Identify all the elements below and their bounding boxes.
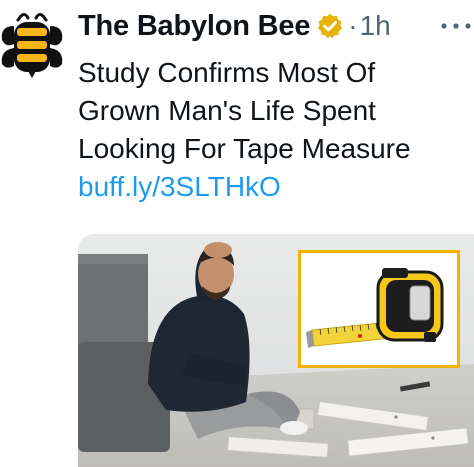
- tweet-header: The Babylon Bee · 1h: [78, 6, 391, 46]
- tweet-photo[interactable]: [78, 234, 474, 467]
- author-display-name[interactable]: The Babylon Bee: [78, 10, 310, 43]
- tape-measure-inset: [298, 250, 460, 368]
- babylon-bee-logo-icon[interactable]: [0, 8, 64, 80]
- tweet-text-line: Study Confirms Most Of: [78, 57, 376, 88]
- tweet-card[interactable]: The Babylon Bee · 1h Study Confirms Most…: [0, 0, 474, 467]
- tweet-text: Study Confirms Most Of Grown Man's Life …: [78, 54, 474, 206]
- gold-verified-badge-icon[interactable]: [316, 12, 344, 40]
- more-options-icon[interactable]: [438, 20, 474, 32]
- article-link[interactable]: buff.ly/3SLTHkO: [78, 168, 474, 206]
- separator-dot: ·: [348, 10, 358, 41]
- tweet-timestamp[interactable]: 1h: [360, 10, 391, 42]
- tweet-text-line: Looking For Tape Measure: [78, 133, 411, 164]
- tweet-text-line: Grown Man's Life Spent: [78, 95, 376, 126]
